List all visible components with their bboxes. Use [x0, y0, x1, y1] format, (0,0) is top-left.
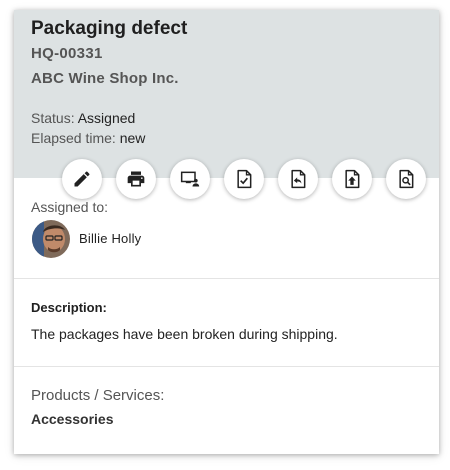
approve-button[interactable]	[224, 159, 264, 199]
print-button[interactable]	[116, 159, 156, 199]
assign-button[interactable]	[170, 159, 210, 199]
assigned-to-label: Assigned to:	[31, 199, 109, 215]
ticket-card: Packaging defect HQ-00331 ABC Wine Shop …	[14, 10, 439, 454]
ticket-title: Packaging defect	[31, 18, 188, 39]
avatar	[32, 220, 70, 258]
description-text: The packages have been broken during shi…	[31, 326, 338, 342]
document-search-icon	[399, 169, 414, 189]
divider	[14, 366, 439, 367]
pencil-icon	[74, 171, 90, 187]
status-line: Status: Assigned	[31, 110, 135, 126]
products-label: Products / Services:	[31, 387, 165, 404]
status-label: Status:	[31, 110, 75, 126]
ticket-id: HQ-00331	[31, 45, 103, 62]
assign-monitor-icon	[180, 171, 200, 187]
printer-icon	[127, 171, 145, 187]
elapsed-line: Elapsed time: new	[31, 130, 145, 146]
document-upload-icon	[345, 169, 360, 189]
preview-button[interactable]	[386, 159, 426, 199]
elapsed-value: new	[119, 130, 146, 146]
customer-name: ABC Wine Shop Inc.	[31, 70, 179, 87]
description-label: Description:	[31, 300, 107, 315]
ticket-header: Packaging defect HQ-00331 ABC Wine Shop …	[14, 10, 439, 178]
assignee-name: Billie Holly	[79, 231, 142, 246]
upload-button[interactable]	[332, 159, 372, 199]
edit-button[interactable]	[62, 159, 102, 199]
products-value: Accessories	[31, 411, 114, 427]
action-toolbar	[62, 159, 426, 199]
reply-button[interactable]	[278, 159, 318, 199]
status-value: Assigned	[77, 110, 136, 126]
document-reply-icon	[291, 169, 306, 189]
divider	[14, 278, 439, 279]
document-check-icon	[237, 169, 252, 189]
elapsed-label: Elapsed time:	[31, 130, 116, 146]
avatar-portrait-icon	[32, 220, 70, 258]
